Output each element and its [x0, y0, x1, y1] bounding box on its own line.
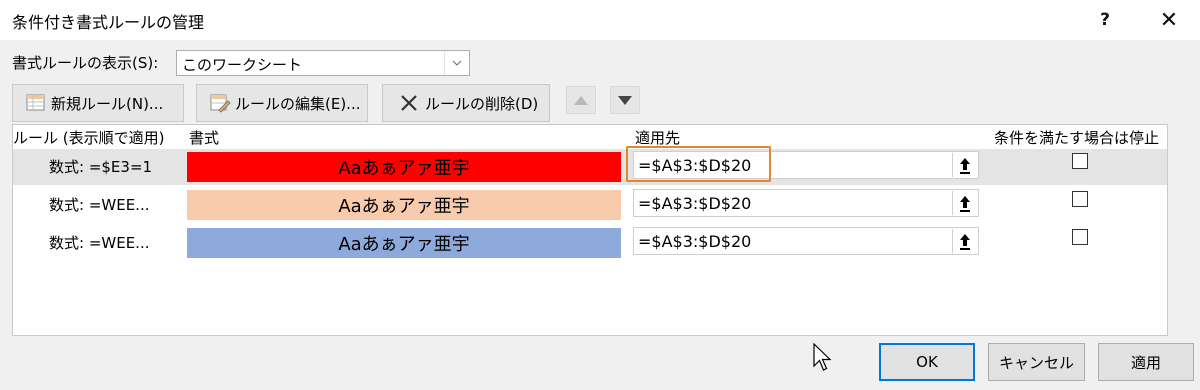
mouse-pointer-icon [813, 342, 833, 377]
edit-rule-button[interactable]: ルールの編集(E)... [196, 84, 368, 122]
delete-rule-button[interactable]: ルールの削除(D) [382, 84, 550, 122]
column-header-applies-to: 適用先 [635, 129, 681, 147]
apply-button[interactable]: 適用 [1098, 343, 1194, 381]
applies-to-field[interactable]: =$A$3:$D$20 [633, 227, 979, 255]
show-rules-value: このワークシート [182, 56, 303, 74]
dialog-title: 条件付き書式ルールの管理 [12, 13, 205, 32]
stop-if-true-checkbox[interactable] [1072, 229, 1088, 245]
move-down-button[interactable] [610, 86, 640, 114]
rule-condition: 数式: =WEE... [49, 196, 150, 214]
applies-to-value: =$A$3:$D$20 [638, 232, 752, 251]
applies-to-field[interactable]: =$A$3:$D$20 [633, 189, 979, 217]
chevron-down-icon[interactable] [444, 51, 469, 75]
applies-to-field[interactable]: =$A$3:$D$20 [633, 151, 979, 179]
help-button[interactable]: ? [1082, 0, 1128, 40]
applies-to-value: =$A$3:$D$20 [638, 194, 752, 213]
column-header-stop: 条件を満たす場合は停止 [994, 129, 1160, 147]
show-rules-dropdown[interactable]: このワークシート [176, 50, 470, 76]
new-rule-label: 新規ルール(N)... [51, 94, 164, 113]
collapse-range-icon[interactable] [952, 153, 977, 177]
column-header-format: 書式 [189, 129, 220, 147]
stop-if-true-checkbox[interactable] [1072, 191, 1088, 207]
format-preview: Aaあぁアァ亜宇 [187, 152, 621, 182]
stop-if-true-checkbox[interactable] [1072, 153, 1088, 169]
triangle-up-icon [574, 95, 588, 105]
delete-x-icon [399, 93, 421, 113]
rule-condition: 数式: =$E3=1 [49, 158, 153, 176]
collapse-range-icon[interactable] [952, 229, 977, 253]
close-button[interactable]: ✕ [1146, 0, 1192, 40]
ok-button[interactable]: OK [879, 343, 975, 381]
format-preview: Aaあぁアァ亜宇 [187, 190, 621, 220]
edit-rule-label: ルールの編集(E)... [235, 94, 361, 113]
new-rule-button[interactable]: 新規ルール(N)... [12, 84, 184, 122]
rule-row[interactable]: 数式: =WEE... Aaあぁアァ亜宇 =$A$3:$D$20 [13, 225, 1167, 261]
delete-rule-label: ルールの削除(D) [425, 94, 539, 113]
column-header-rule: ルール (表示順で適用) [13, 129, 165, 147]
move-up-button[interactable] [566, 86, 596, 114]
rule-row[interactable]: 数式: =$E3=1 Aaあぁアァ亜宇 =$A$3:$D$20 [13, 146, 1167, 185]
edit-rule-icon [209, 93, 231, 113]
rules-list[interactable]: ルール (表示順で適用) 書式 適用先 条件を満たす場合は停止 数式: =$E3… [12, 124, 1168, 336]
collapse-range-icon[interactable] [952, 191, 977, 215]
format-preview: Aaあぁアァ亜宇 [187, 228, 621, 258]
show-rules-label: 書式ルールの表示(S): [12, 54, 159, 72]
cancel-button[interactable]: キャンセル [988, 343, 1085, 381]
title-bar: 条件付き書式ルールの管理 ? ✕ [0, 0, 1200, 40]
triangle-down-icon [618, 95, 632, 105]
new-rule-icon [25, 93, 47, 113]
rule-condition: 数式: =WEE... [49, 234, 150, 252]
applies-to-value: =$A$3:$D$20 [638, 156, 752, 175]
rule-row[interactable]: 数式: =WEE... Aaあぁアァ亜宇 =$A$3:$D$20 [13, 187, 1167, 223]
